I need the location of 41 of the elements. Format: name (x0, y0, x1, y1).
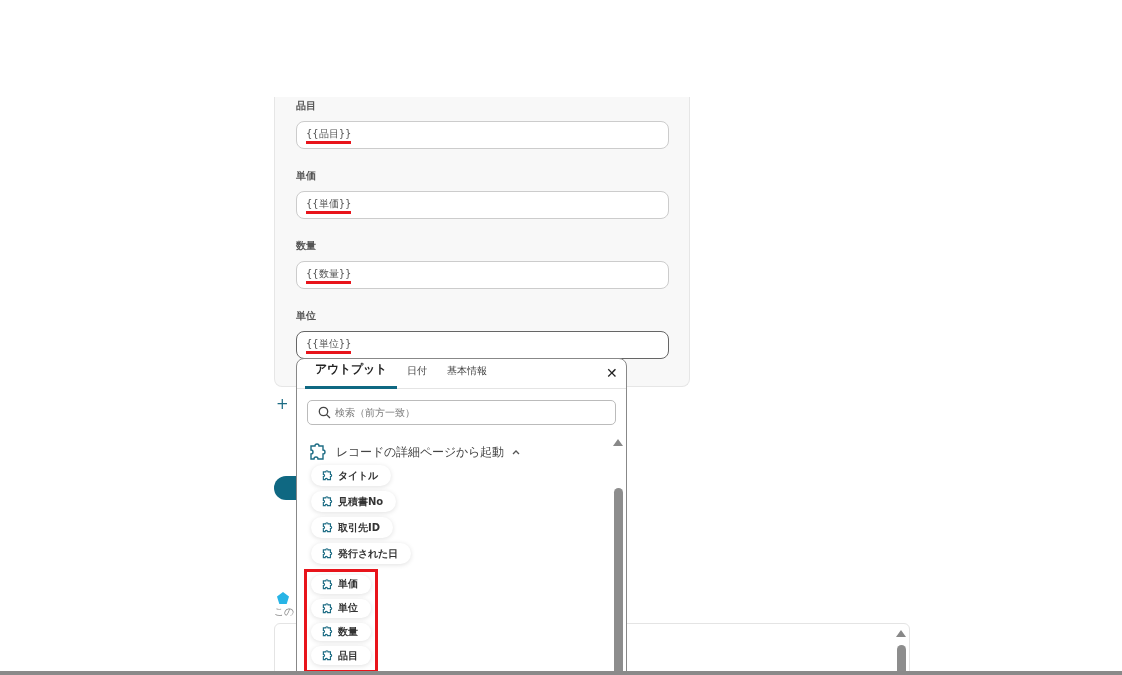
puzzle-icon (321, 495, 334, 508)
input-field[interactable]: {{数量}} (296, 261, 669, 289)
puzzle-icon (307, 441, 329, 463)
input-field[interactable]: {{品目}} (296, 121, 669, 149)
output-item[interactable]: 見積書No (311, 491, 397, 512)
puzzle-icon (321, 547, 334, 560)
pentagon-icon (276, 591, 290, 605)
note-text: この (274, 605, 294, 619)
output-item[interactable]: 数量 (311, 622, 371, 642)
horizontal-scrollbar[interactable] (0, 671, 1122, 675)
input-field[interactable]: {{単価}} (296, 191, 669, 219)
field-value: {{品目}} (306, 126, 352, 144)
puzzle-icon (321, 625, 334, 639)
group-title: レコードの詳細ページから起動 (336, 443, 504, 461)
input-field[interactable]: {{単位}} (296, 331, 669, 359)
output-item[interactable]: 品目 (311, 646, 371, 665)
output-item[interactable]: 発行された日 (311, 543, 411, 564)
search-field[interactable]: 検索（前方一致） (307, 400, 616, 425)
puzzle-icon (321, 469, 334, 482)
field-label: 単価 (296, 169, 317, 183)
output-item[interactable]: 単位 (311, 598, 371, 618)
puzzle-icon (321, 577, 334, 591)
field-label: 単位 (296, 309, 317, 323)
chevron-icon[interactable] (511, 448, 521, 456)
tab[interactable]: 日付 (397, 364, 437, 389)
puzzle-icon (321, 649, 334, 663)
output-item[interactable]: 単価 (311, 575, 371, 594)
field-label: 品目 (296, 99, 317, 113)
tab[interactable]: アウトプット (305, 361, 397, 389)
puzzle-icon (321, 521, 334, 534)
output-item[interactable]: 取引先ID (311, 517, 394, 538)
field-value: {{単位}} (306, 336, 352, 354)
field-value: {{数量}} (306, 266, 352, 284)
output-item[interactable]: タイトル (311, 465, 391, 486)
search-icon (318, 406, 331, 419)
add-link[interactable]: + (276, 395, 289, 413)
puzzle-icon (321, 601, 334, 615)
tab[interactable]: 基本情報 (437, 364, 497, 389)
close-button[interactable]: ✕ (606, 365, 618, 381)
field-label: 数量 (296, 239, 317, 253)
field-value: {{単価}} (306, 196, 352, 214)
